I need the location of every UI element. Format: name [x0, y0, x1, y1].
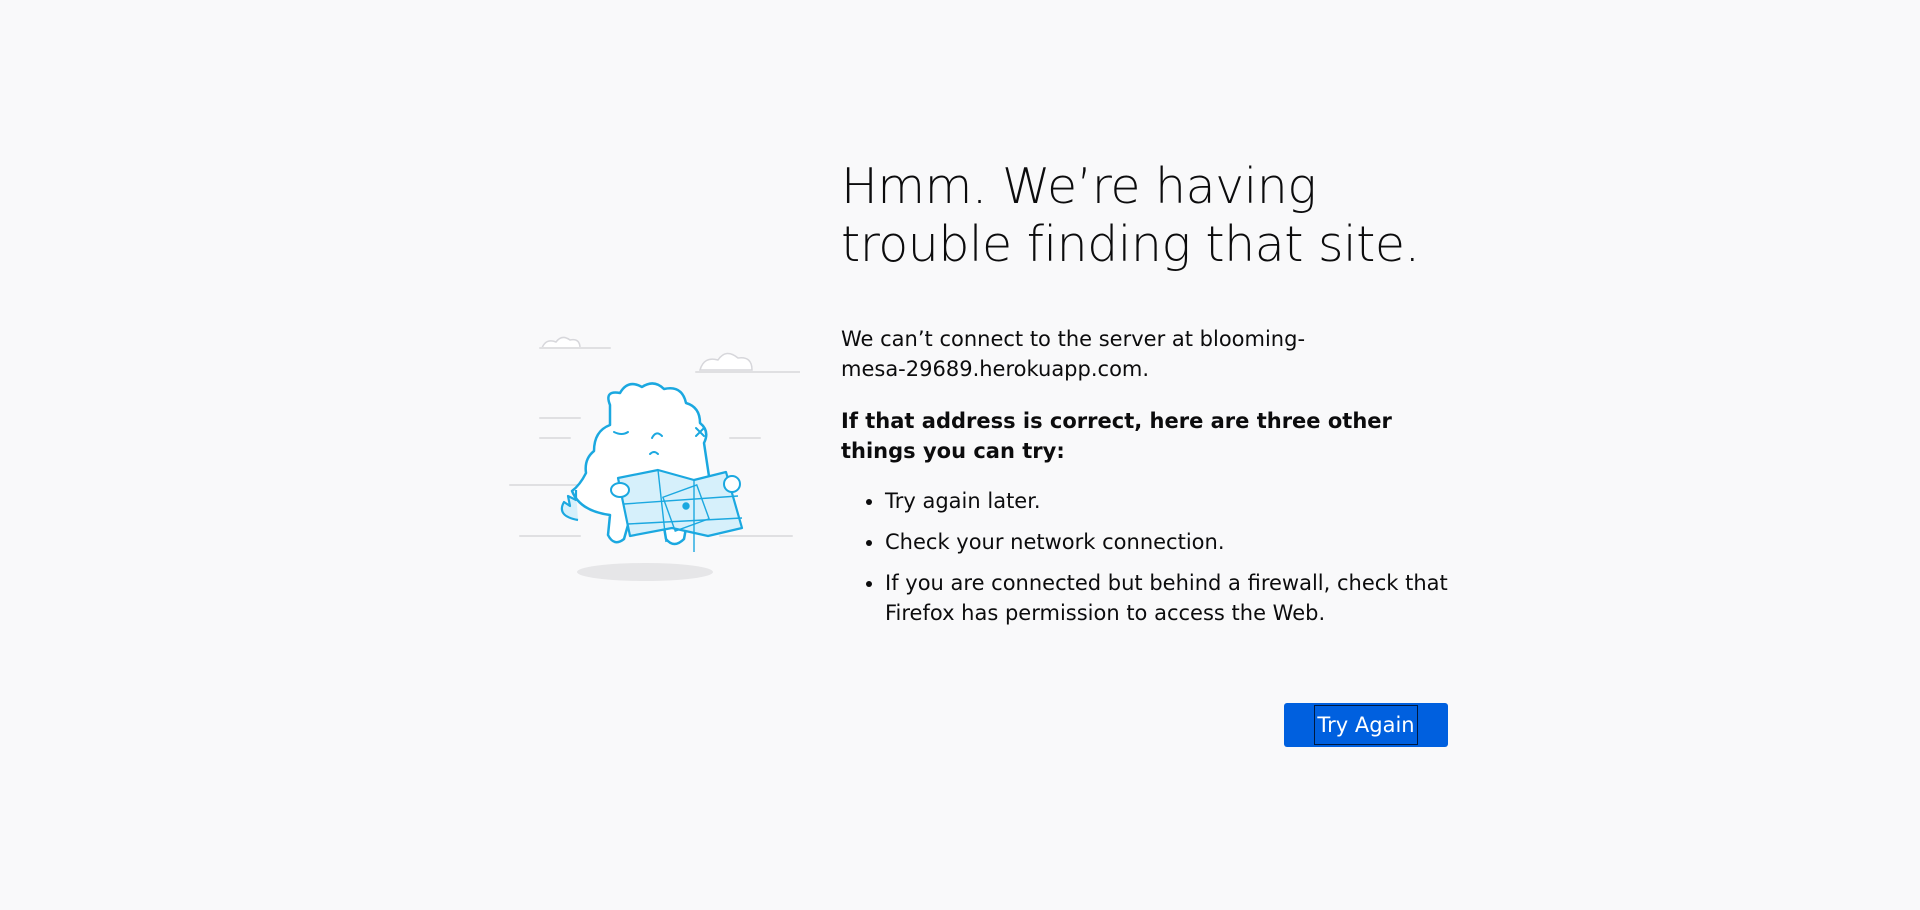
lost-monster-illustration	[509, 336, 800, 581]
list-item: If you are connected but behind a firewa…	[885, 568, 1461, 628]
error-description: We can’t connect to the server at bloomi…	[841, 327, 1306, 381]
list-item: Check your network connection.	[885, 527, 1461, 557]
cloud-icon	[540, 336, 753, 371]
error-title: Hmm. We’re having trouble finding that s…	[841, 158, 1420, 273]
try-again-button[interactable]: Try Again	[1284, 703, 1448, 747]
suggestions-heading: If that address is correct, here are thr…	[841, 409, 1392, 463]
button-row: Try Again	[1284, 703, 1448, 747]
try-again-label: Try Again	[1314, 705, 1418, 745]
error-content: Hmm. We’re having trouble finding that s…	[841, 158, 1461, 639]
list-item: Try again later.	[885, 486, 1461, 516]
error-page: Hmm. We’re having trouble finding that s…	[0, 0, 1920, 910]
suggestions-list: Try again later. Check your network conn…	[841, 486, 1461, 628]
